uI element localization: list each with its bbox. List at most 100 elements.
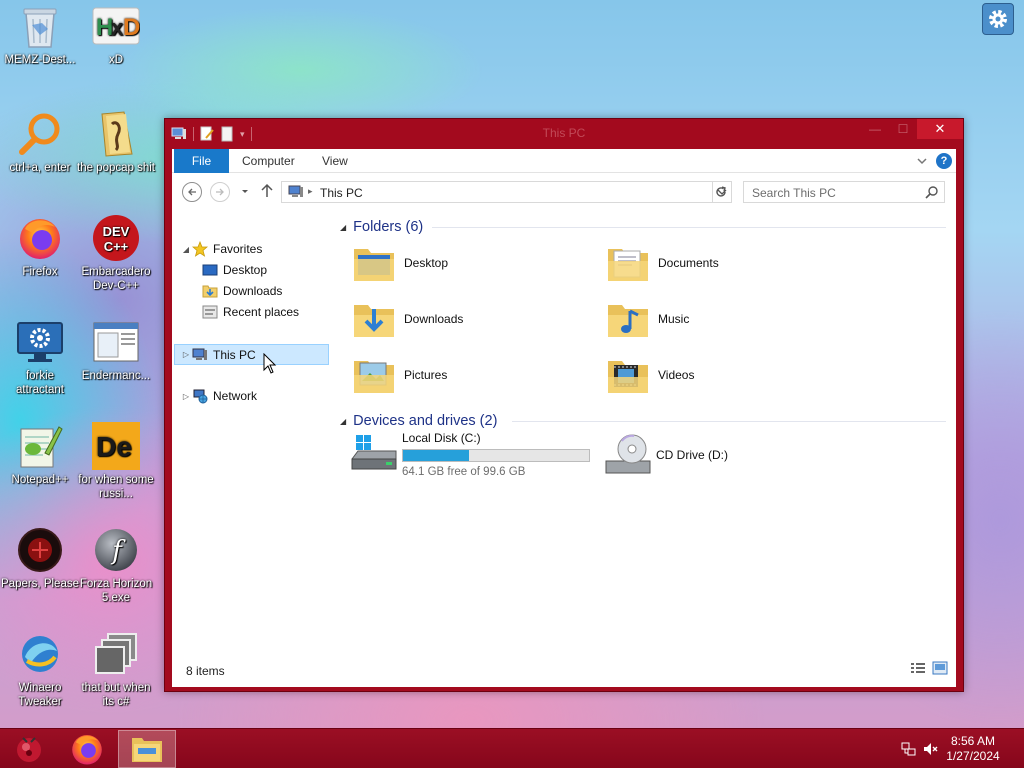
desktop-icon-forza[interactable]: f Forza Horizon 5.exe bbox=[76, 524, 156, 624]
group-header-devices[interactable]: ◢ Devices and drives (2) bbox=[340, 411, 497, 431]
folder-documents[interactable]: Documents bbox=[604, 237, 854, 289]
this-pc-icon bbox=[288, 185, 303, 197]
nav-item-network[interactable]: ▷ Network bbox=[180, 386, 257, 406]
flash-icon: f bbox=[92, 526, 140, 574]
details-view-icon[interactable] bbox=[910, 661, 926, 675]
ribbon-right-controls: ? bbox=[916, 153, 952, 169]
desktop-folder-icon bbox=[354, 249, 394, 281]
drive-name: CD Drive (D:) bbox=[656, 448, 728, 462]
nav-item-downloads[interactable]: Downloads bbox=[202, 281, 282, 301]
nav-item-recent-places[interactable]: Recent places bbox=[202, 302, 299, 322]
desktop-icon-notepadpp[interactable]: Notepad++ bbox=[0, 420, 80, 520]
drive-local-disk-c[interactable]: Local Disk (C:) 64.1 GB free of 99.6 GB bbox=[350, 429, 600, 481]
search-icon[interactable] bbox=[925, 186, 938, 199]
desktop-icon-label: Embarcadero Dev-C++ bbox=[81, 266, 151, 292]
devcpp-icon: DEV C++ bbox=[92, 214, 140, 262]
folder-downloads[interactable]: Downloads bbox=[350, 293, 600, 345]
desktop-icon-area: MEMZ-Dest... HxD xD ctrl+a, enter the po… bbox=[0, 0, 164, 728]
nav-item-desktop[interactable]: Desktop bbox=[202, 260, 267, 280]
desktop-icon-de[interactable]: De for when some russi... bbox=[76, 420, 156, 520]
forward-button[interactable] bbox=[210, 182, 230, 202]
maximize-button[interactable]: ☐ bbox=[889, 119, 917, 139]
help-button[interactable]: ? bbox=[936, 153, 952, 169]
breadcrumb-separator-icon[interactable]: ▸ bbox=[308, 186, 313, 197]
folder-desktop[interactable]: Desktop bbox=[350, 237, 600, 289]
desktop-icon-popcap[interactable]: the popcap shit bbox=[76, 108, 156, 208]
folder-pictures[interactable]: Pictures bbox=[350, 349, 600, 401]
clock[interactable]: 8:56 AM 1/27/2024 bbox=[938, 734, 1008, 764]
star-icon bbox=[192, 241, 208, 257]
group-divider bbox=[432, 227, 946, 228]
mouse-cursor-icon bbox=[263, 353, 277, 374]
desktop-icon-winaero[interactable]: Winaero Tweaker bbox=[0, 628, 80, 728]
up-button[interactable] bbox=[260, 183, 274, 202]
address-bar[interactable]: ▸ This PC bbox=[281, 181, 732, 203]
refresh-icon bbox=[716, 186, 726, 197]
expand-arrow-icon[interactable]: ▷ bbox=[180, 350, 192, 359]
tab-computer[interactable]: Computer bbox=[230, 149, 307, 173]
desktop-icon-papers-please[interactable]: Papers, Please bbox=[0, 524, 80, 624]
settings-gear-button[interactable] bbox=[982, 3, 1014, 35]
desktop-icon-label: Firefox bbox=[22, 266, 58, 278]
hard-drive-icon bbox=[351, 435, 397, 470]
desktop-icon-endermanch[interactable]: Endermanc... bbox=[76, 316, 156, 416]
back-button[interactable] bbox=[182, 182, 202, 202]
desktop-icon-label: that but when its c# bbox=[81, 682, 151, 708]
tab-view[interactable]: View bbox=[310, 149, 360, 173]
window-controls: — ☐ ✕ bbox=[861, 119, 963, 139]
desktop-icon-ctrl-a-enter[interactable]: ctrl+a, enter bbox=[0, 108, 80, 208]
folder-name: Downloads bbox=[404, 312, 464, 326]
nav-item-this-pc[interactable]: ▷ This PC bbox=[174, 344, 329, 365]
this-pc-icon bbox=[192, 347, 208, 363]
group-header-label: Folders (6) bbox=[353, 219, 424, 235]
nav-item-favorites[interactable]: ◢ Favorites bbox=[180, 239, 262, 259]
network-status-icon[interactable] bbox=[900, 741, 916, 757]
desktop-icon-devcpp[interactable]: DEV C++ Embarcadero Dev-C++ bbox=[76, 212, 156, 312]
close-button[interactable]: ✕ bbox=[917, 119, 963, 139]
drive-usage-fill bbox=[403, 450, 470, 461]
svg-text:C++: C++ bbox=[104, 239, 129, 254]
folder-name: Documents bbox=[658, 256, 719, 270]
group-header-folders[interactable]: ◢ Folders (6) bbox=[340, 217, 423, 237]
minimize-button[interactable]: — bbox=[861, 119, 889, 139]
ribbon: File Computer View ? bbox=[172, 149, 956, 173]
collapse-arrow-icon[interactable]: ◢ bbox=[180, 245, 192, 254]
refresh-button[interactable] bbox=[714, 185, 728, 202]
search-input[interactable] bbox=[752, 185, 922, 200]
volume-muted-icon[interactable] bbox=[922, 741, 938, 757]
nav-label: Desktop bbox=[223, 263, 268, 277]
folder-music[interactable]: Music bbox=[604, 293, 854, 345]
breadcrumb-this-pc[interactable]: This PC bbox=[320, 186, 363, 200]
forward-arrow-icon bbox=[216, 188, 224, 196]
clock-date: 1/27/2024 bbox=[946, 749, 1000, 763]
desktop-icon-csharp[interactable]: that but when its c# bbox=[76, 628, 156, 728]
drive-cd-d[interactable]: CD Drive (D:) bbox=[604, 429, 854, 481]
search-box[interactable] bbox=[743, 181, 945, 203]
nav-label: Network bbox=[213, 389, 258, 403]
downloads-folder-icon bbox=[354, 305, 394, 337]
expand-ribbon-icon[interactable] bbox=[916, 156, 928, 166]
collapse-arrow-icon: ◢ bbox=[340, 416, 347, 426]
up-arrow-icon bbox=[261, 183, 273, 197]
network-icon bbox=[192, 388, 208, 404]
large-icons-view-icon[interactable] bbox=[932, 661, 948, 675]
gear-icon bbox=[989, 10, 1007, 28]
start-button[interactable] bbox=[0, 730, 58, 768]
desktop-icon-hxd[interactable]: HxD xD bbox=[76, 0, 156, 100]
expand-arrow-icon[interactable]: ▷ bbox=[180, 392, 192, 401]
documents-folder-icon bbox=[608, 249, 648, 281]
desktop-icon-recycle-bin[interactable]: MEMZ-Dest... bbox=[0, 0, 80, 100]
taskbar-file-explorer[interactable] bbox=[118, 730, 176, 768]
taskbar-firefox[interactable] bbox=[58, 730, 116, 768]
desktop-icon-forkie[interactable]: forkie attractant bbox=[0, 316, 80, 416]
title-bar[interactable]: ▾ This PC — ☐ ✕ bbox=[165, 119, 963, 149]
item-count: 8 items bbox=[186, 664, 225, 678]
folder-videos[interactable]: Videos bbox=[604, 349, 854, 401]
desktop-icon-firefox[interactable]: Firefox bbox=[0, 212, 80, 312]
navigation-pane: ◢ Favorites Desktop Downloads Recent pla… bbox=[172, 211, 332, 651]
music-folder-icon bbox=[608, 305, 648, 337]
group-divider bbox=[512, 421, 946, 422]
file-explorer-icon bbox=[132, 738, 162, 762]
tab-file[interactable]: File bbox=[174, 149, 229, 173]
recent-locations-button[interactable] bbox=[240, 185, 250, 199]
